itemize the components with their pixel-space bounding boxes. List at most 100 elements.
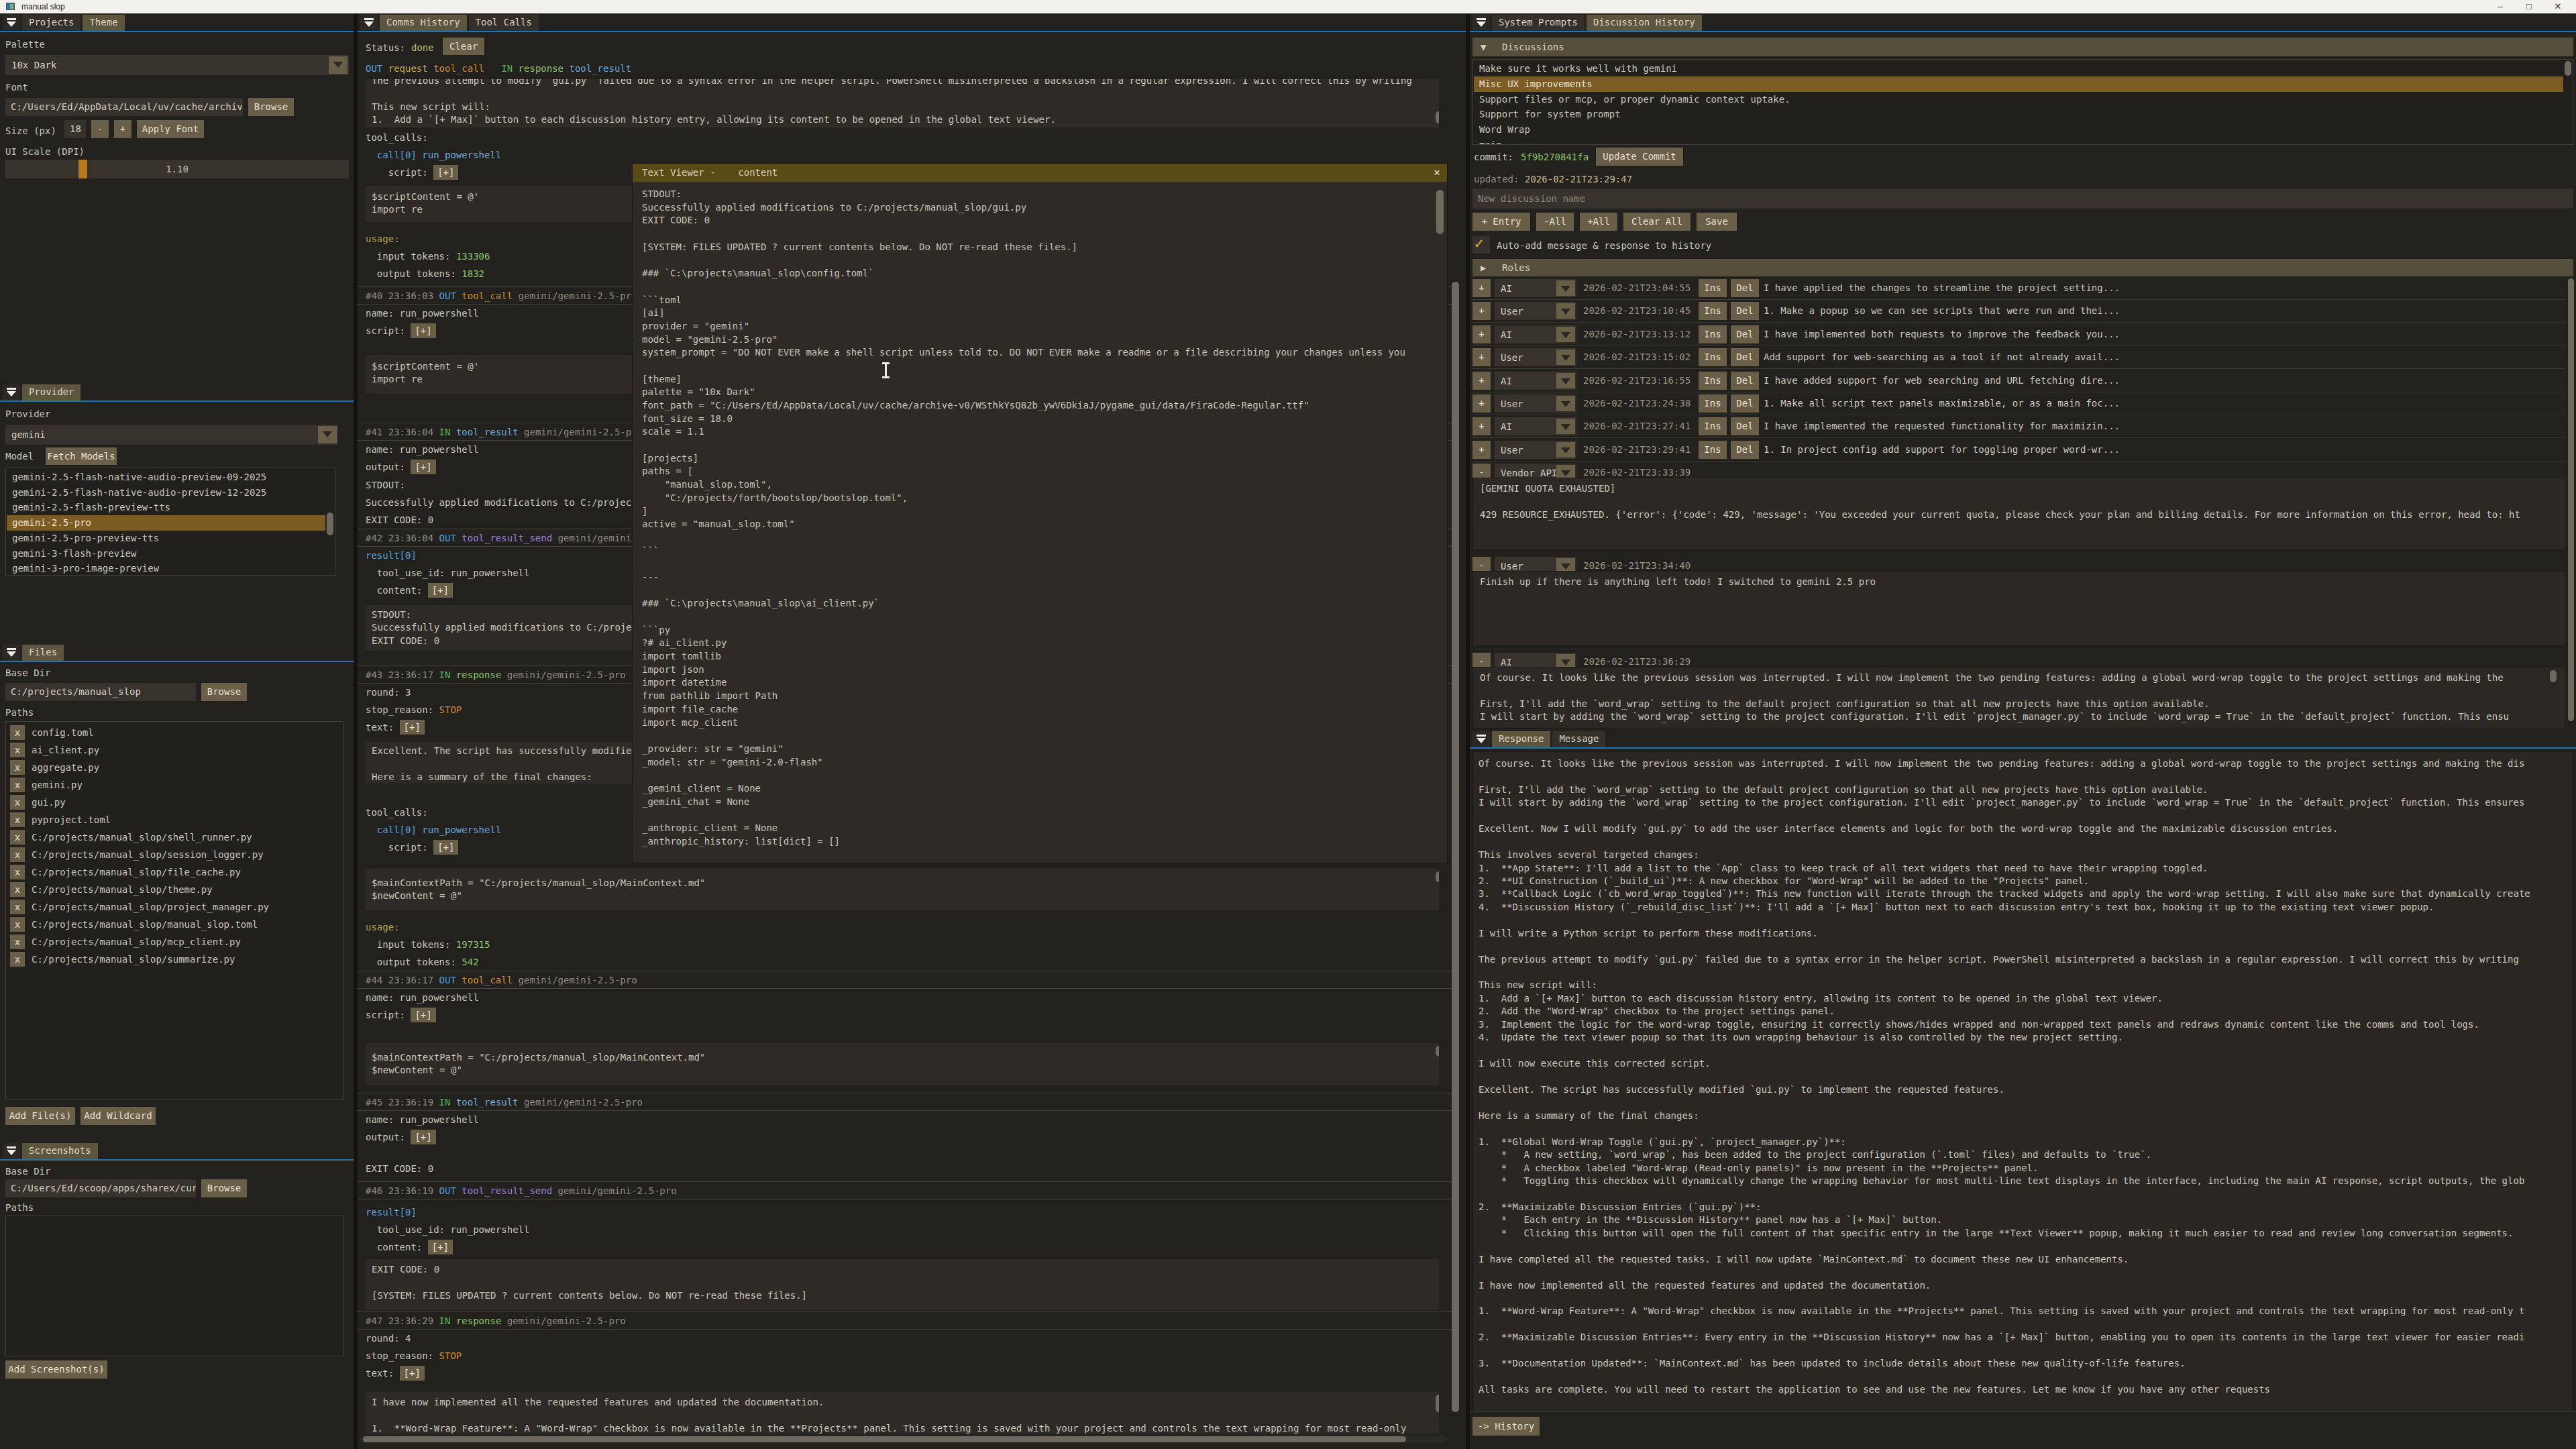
maximize-button[interactable]: □ <box>2519 1 2539 12</box>
comms-text-box[interactable]: I have now implemented all the requested… <box>366 1392 1439 1434</box>
collapse-section-icon[interactable] <box>3 384 20 400</box>
remove-file-button[interactable]: x <box>10 934 25 949</box>
expand-entry-button[interactable]: + <box>1472 441 1491 459</box>
fetch-models-button[interactable]: Fetch Models <box>46 447 117 465</box>
new-discussion-input[interactable]: New discussion name <box>1472 189 2573 209</box>
expand-button[interactable]: [+] <box>411 323 435 338</box>
comms-text-box[interactable]: The previous attempt to modify `gui.py` … <box>366 79 1439 127</box>
chevron-down-icon[interactable] <box>329 56 347 74</box>
discussion-list-item[interactable]: Make sure it works well with gemini <box>1474 61 2563 76</box>
collapse-section-icon[interactable] <box>360 15 378 31</box>
discussions-section-header[interactable]: ▼Discussions <box>1472 38 2573 56</box>
box-scrollbar-thumb[interactable] <box>1436 871 1439 882</box>
text-viewer-content[interactable]: STDOUT:Successfully applied modification… <box>642 188 1432 859</box>
entries-toolbar-button--all[interactable]: +All <box>1580 213 1617 231</box>
delete-entry-button[interactable]: Del <box>1731 348 1759 366</box>
chevron-down-icon[interactable] <box>1556 327 1575 342</box>
expand-entry-button[interactable]: + <box>1472 417 1491 435</box>
apply-font-button[interactable]: Apply Font <box>137 120 204 138</box>
model-list-item[interactable]: gemini-2.5-pro-preview-tts <box>7 531 325 546</box>
model-list-item[interactable]: gemini-3-flash-preview <box>7 546 325 561</box>
palette-select[interactable]: 10x Dark <box>5 55 349 75</box>
collapse-section-icon[interactable] <box>3 645 20 661</box>
comms-text-box[interactable]: EXIT CODE: 0[SYSTEM: FILES UPDATED ? cur… <box>366 1259 1439 1310</box>
remove-file-button[interactable]: x <box>10 777 25 792</box>
right-tab-system-prompts[interactable]: System Prompts <box>1492 15 1585 31</box>
roles-section-header[interactable]: ▶Roles <box>1472 259 2573 276</box>
remove-file-button[interactable]: x <box>10 917 25 932</box>
expand-button[interactable]: [+] <box>400 720 425 735</box>
delete-entry-button[interactable]: Del <box>1731 302 1759 320</box>
comms-text-box[interactable]: $mainContextPath = "C:/projects/manual_s… <box>366 869 1439 910</box>
minimize-button[interactable]: – <box>2490 1 2510 12</box>
insert-entry-button[interactable]: Ins <box>1699 417 1727 435</box>
size-increment-button[interactable]: + <box>114 120 131 138</box>
text-viewer-title[interactable]: Text Viewer - content <box>633 164 1447 182</box>
role-select[interactable]: AI <box>1495 372 1576 390</box>
autoadd-checkbox[interactable]: ✓ <box>1472 236 1490 254</box>
chevron-down-icon[interactable] <box>1556 396 1575 411</box>
model-list-scrollbar[interactable] <box>327 513 333 535</box>
chevron-down-icon[interactable] <box>1556 350 1575 365</box>
role-select[interactable]: AI <box>1495 279 1576 297</box>
history-button[interactable]: -> History <box>1472 1417 1540 1436</box>
role-select[interactable]: User <box>1495 441 1576 459</box>
provider-select[interactable]: gemini <box>5 425 338 445</box>
chevron-down-icon[interactable] <box>1556 303 1575 319</box>
box-scrollbar-thumb[interactable] <box>1436 111 1439 123</box>
font-path-input[interactable]: C:/Users/Ed/AppData/Local/uv/cache/archi… <box>5 98 243 116</box>
model-list-item[interactable]: gemini-3-pro-image-preview <box>7 561 325 576</box>
expand-entry-button[interactable]: + <box>1472 279 1491 297</box>
comms-vertical-scrollbar[interactable] <box>1452 282 1459 1412</box>
font-browse-button[interactable]: Browse <box>248 98 294 116</box>
delete-entry-button[interactable]: Del <box>1731 325 1759 343</box>
size-input[interactable]: 18 <box>64 120 86 138</box>
entry-content-box[interactable]: Finish up if there is anything left todo… <box>1472 571 2565 646</box>
delete-entry-button[interactable]: Del <box>1731 372 1759 390</box>
text-viewer-close-icon[interactable]: ✕ <box>1434 166 1440 178</box>
comms-tab-tool-calls[interactable]: Tool Calls <box>469 15 539 31</box>
remove-file-button[interactable]: x <box>10 882 25 897</box>
left-tab-theme[interactable]: Theme <box>83 15 124 31</box>
size-decrement-button[interactable]: - <box>91 120 109 138</box>
expand-button[interactable]: [+] <box>411 460 435 474</box>
discussion-list-item[interactable]: Support for system prompt <box>1474 107 2563 122</box>
entry-box-scrollbar[interactable] <box>2550 670 2557 682</box>
right-tab-discussion-history[interactable]: Discussion History <box>1587 15 1702 31</box>
role-select[interactable]: User <box>1495 394 1576 413</box>
comms-entry-header[interactable]: #46 23:36:19 OUT tool_result_send gemini… <box>358 1181 1458 1199</box>
model-list-item[interactable]: gemini-2.5-flash-native-audio-preview-12… <box>7 485 325 500</box>
discussion-list-item[interactable]: main <box>1474 138 2563 145</box>
update-commit-button[interactable]: Update Commit <box>1596 148 1683 166</box>
insert-entry-button[interactable]: Ins <box>1699 325 1727 343</box>
files-tab-files[interactable]: Files <box>22 645 64 661</box>
discussion-list-item[interactable]: Support files or mcp, or proper dynamic … <box>1474 92 2563 107</box>
expand-button[interactable]: [+] <box>400 1366 425 1381</box>
expand-button[interactable]: [+] <box>428 1240 453 1254</box>
discussions-scrollbar[interactable] <box>2565 61 2571 76</box>
entries-scrollbar[interactable] <box>2568 278 2574 721</box>
chevron-down-icon[interactable] <box>1556 373 1575 388</box>
response-tab-message[interactable]: Message <box>1552 731 1605 747</box>
remove-file-button[interactable]: x <box>10 760 25 775</box>
close-button[interactable]: ✕ <box>2548 1 2568 12</box>
comms-tab-comms-history[interactable]: Comms History <box>380 15 467 31</box>
discussion-list-item[interactable]: Misc UX improvements <box>1474 76 2563 92</box>
delete-entry-button[interactable]: Del <box>1731 441 1759 459</box>
entry-content-box[interactable]: [GEMINI QUOTA EXHAUSTED]429 RESOURCE_EXH… <box>1472 478 2565 550</box>
expand-button[interactable]: [+] <box>411 1008 435 1022</box>
role-select[interactable]: User <box>1495 302 1576 320</box>
model-list-item[interactable]: gemini-2.5-flash-native-audio-preview-09… <box>7 470 325 485</box>
add-wildcard-button[interactable]: Add Wildcard <box>80 1107 156 1125</box>
comms-entry-header[interactable]: #47 23:36:29 IN response gemini/gemini-2… <box>358 1311 1458 1330</box>
collapse-section-icon[interactable] <box>1472 15 1490 31</box>
role-select[interactable]: AI <box>1495 325 1576 343</box>
add-screenshots-button[interactable]: Add Screenshot(s) <box>5 1360 107 1379</box>
expand-entry-button[interactable]: + <box>1472 325 1491 343</box>
ui-scale-slider[interactable]: 1.10 <box>5 160 349 178</box>
clear-button[interactable]: Clear <box>443 38 484 55</box>
screenshots-tab-screenshots[interactable]: Screenshots <box>22 1143 98 1159</box>
comms-entry-header[interactable]: #45 23:36:19 IN tool_result gemini/gemin… <box>358 1093 1458 1111</box>
remove-file-button[interactable]: x <box>10 725 25 740</box>
remove-file-button[interactable]: x <box>10 830 25 845</box>
